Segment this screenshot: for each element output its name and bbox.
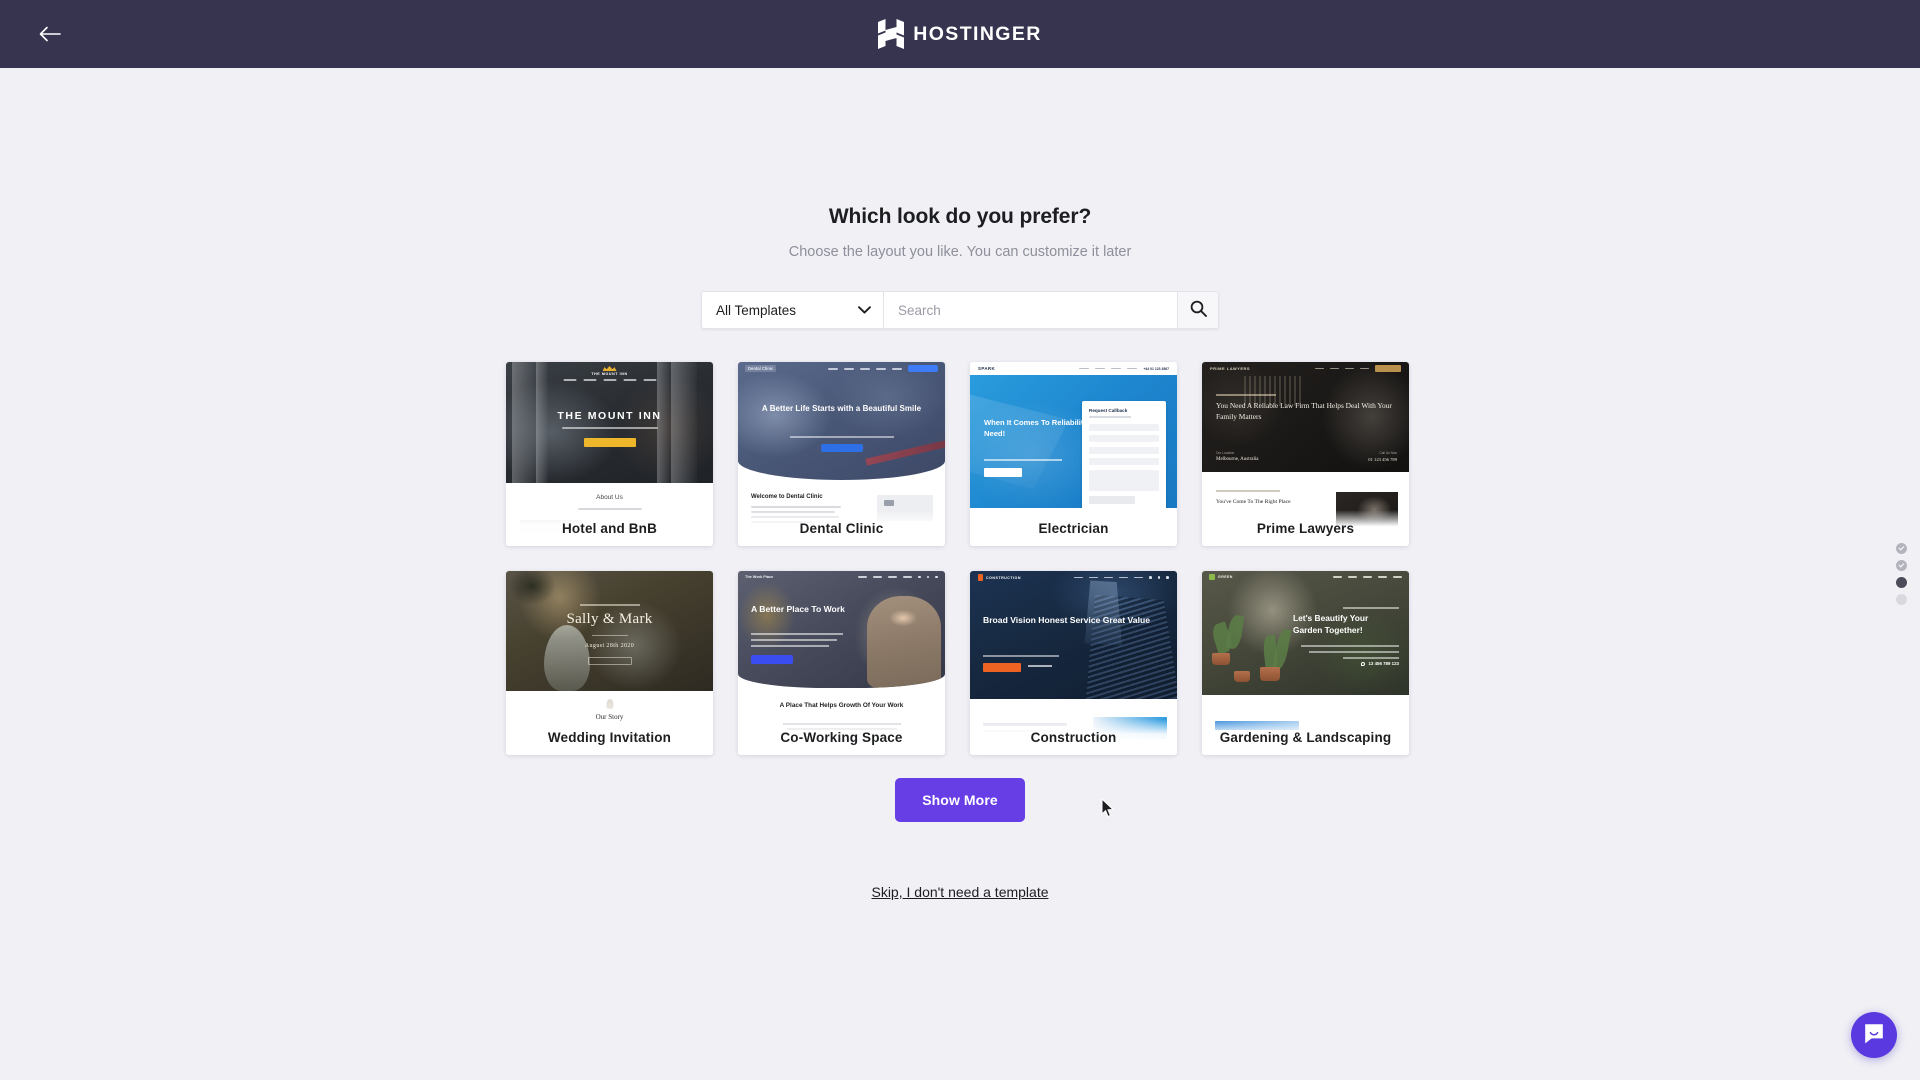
mini-phone: 01 123 456 789	[1368, 457, 1397, 462]
mini-logo: The Work Place	[745, 575, 774, 579]
search-icon	[1190, 300, 1207, 320]
template-name: Electrician	[970, 510, 1177, 546]
mini-phone: 13 456 789 123	[1361, 661, 1399, 666]
template-card-hotel-and-bnb[interactable]: THE MOUNT INN THE MOUNT INN About Us Hot…	[506, 362, 713, 546]
skip-template-link[interactable]: Skip, I don't need a template	[871, 884, 1048, 900]
stepper-step-3[interactable]	[1896, 577, 1907, 588]
template-filter-select[interactable]: All Templates	[702, 292, 883, 328]
mini-logo: CONSTRUCTION	[986, 575, 1021, 580]
progress-stepper	[1896, 543, 1907, 605]
brand-name: HOSTINGER	[913, 22, 1042, 45]
back-button[interactable]	[32, 16, 68, 52]
page-body: Which look do you prefer? Choose the lay…	[0, 68, 1920, 1080]
mini-cta-button	[751, 655, 793, 664]
hostinger-logo-icon	[878, 19, 905, 49]
mini-callback-form: Request Callback	[1082, 401, 1166, 508]
phone-icon	[1361, 661, 1366, 666]
mini-location-label: Our Location	[1216, 451, 1235, 455]
template-name: Gardening & Landscaping	[1202, 719, 1409, 755]
mini-hero-title: You Need A Reliable Law Firm That Helps …	[1216, 401, 1392, 422]
mini-hero-title: A Better Place To Work	[751, 604, 845, 614]
brand-logo-group: HOSTINGER	[878, 19, 1042, 49]
mini-section-title: Welcome to Dental Clinic	[751, 494, 823, 500]
search-button[interactable]	[1177, 291, 1219, 329]
mini-section-title: You've Come To The Right Place	[1216, 499, 1291, 505]
mini-form-title: Request Callback	[1089, 408, 1128, 413]
template-card-electrician[interactable]: SPARK +44 01 123 4567 When It Comes To R…	[970, 362, 1177, 546]
mini-cta-button	[983, 663, 1021, 672]
template-card-co-working-space[interactable]: The Work Place A Better Place To Work A …	[738, 571, 945, 755]
mini-hero-title: THE MOUNT INN	[557, 410, 662, 422]
template-name: Wedding Invitation	[506, 719, 713, 755]
page-title: Which look do you prefer?	[828, 205, 1092, 228]
mini-location: Melbourne, Australia	[1216, 457, 1259, 462]
mouse-cursor	[1101, 797, 1115, 823]
template-grid: THE MOUNT INN THE MOUNT INN About Us Hot…	[506, 362, 1414, 755]
chat-bubble-icon	[1862, 1022, 1886, 1049]
mini-hero-date: August 28th 2020	[584, 643, 635, 649]
stepper-step-1[interactable]	[1896, 543, 1907, 554]
app-header: HOSTINGER	[0, 0, 1920, 68]
mini-logo: PRIME LAWYERS	[1210, 366, 1251, 371]
template-name: Hotel and BnB	[506, 510, 713, 546]
crown-icon	[602, 366, 617, 371]
mini-cta-button	[583, 438, 636, 447]
template-name: Prime Lawyers	[1202, 510, 1409, 546]
stepper-step-4[interactable]	[1896, 594, 1907, 605]
template-name: Construction	[970, 719, 1177, 755]
mini-cta-button	[587, 657, 632, 665]
chat-launcher-button[interactable]	[1851, 1012, 1897, 1058]
stepper-step-2[interactable]	[1896, 560, 1907, 571]
mini-section-title: A Place That Helps Growth Of Your Work	[779, 702, 904, 709]
mini-section-title: About Us	[596, 494, 623, 501]
mini-phone-label: Call Us Now	[1379, 451, 1397, 455]
mini-hero-title: Let's Beautify Your Garden Together!	[1293, 613, 1369, 635]
mini-cta-button	[984, 468, 1022, 477]
mini-hero-title: A Better Life Starts with a Beautiful Sm…	[761, 404, 922, 413]
template-card-gardening-landscaping[interactable]: GREEN Let's Beautify Your Garden Togethe…	[1202, 571, 1409, 755]
show-more-button[interactable]: Show More	[895, 778, 1025, 822]
template-card-dental-clinic[interactable]: Dental Clinic A Better Life Starts with …	[738, 362, 945, 546]
search-bar: All Templates	[701, 291, 1219, 329]
mini-logo: SPARK	[978, 366, 996, 371]
template-filter[interactable]: All Templates	[701, 291, 883, 329]
page-subtitle: Choose the layout you like. You can cust…	[788, 244, 1132, 260]
template-card-prime-lawyers[interactable]: PRIME LAWYERS You Need A Reliable Law Fi…	[1202, 362, 1409, 546]
search-input[interactable]	[883, 291, 1177, 329]
mini-logo: THE MOUNT INN	[591, 372, 628, 376]
mini-hero-title: Broad Vision Honest Service Great Value	[983, 615, 1151, 625]
template-name: Co-Working Space	[738, 719, 945, 755]
mini-logo: Dental Clinic	[745, 365, 777, 372]
template-card-construction[interactable]: CONSTRUCTION Broad Vision Honest Service…	[970, 571, 1177, 755]
template-name: Dental Clinic	[738, 510, 945, 546]
mini-logo: GREEN	[1218, 575, 1233, 579]
mini-hero-title: Sally & Mark	[566, 611, 653, 627]
arrow-left-icon	[39, 26, 61, 42]
template-card-wedding-invitation[interactable]: Sally & Mark August 28th 2020 Our Story …	[506, 571, 713, 755]
mini-cta-button	[820, 444, 863, 452]
